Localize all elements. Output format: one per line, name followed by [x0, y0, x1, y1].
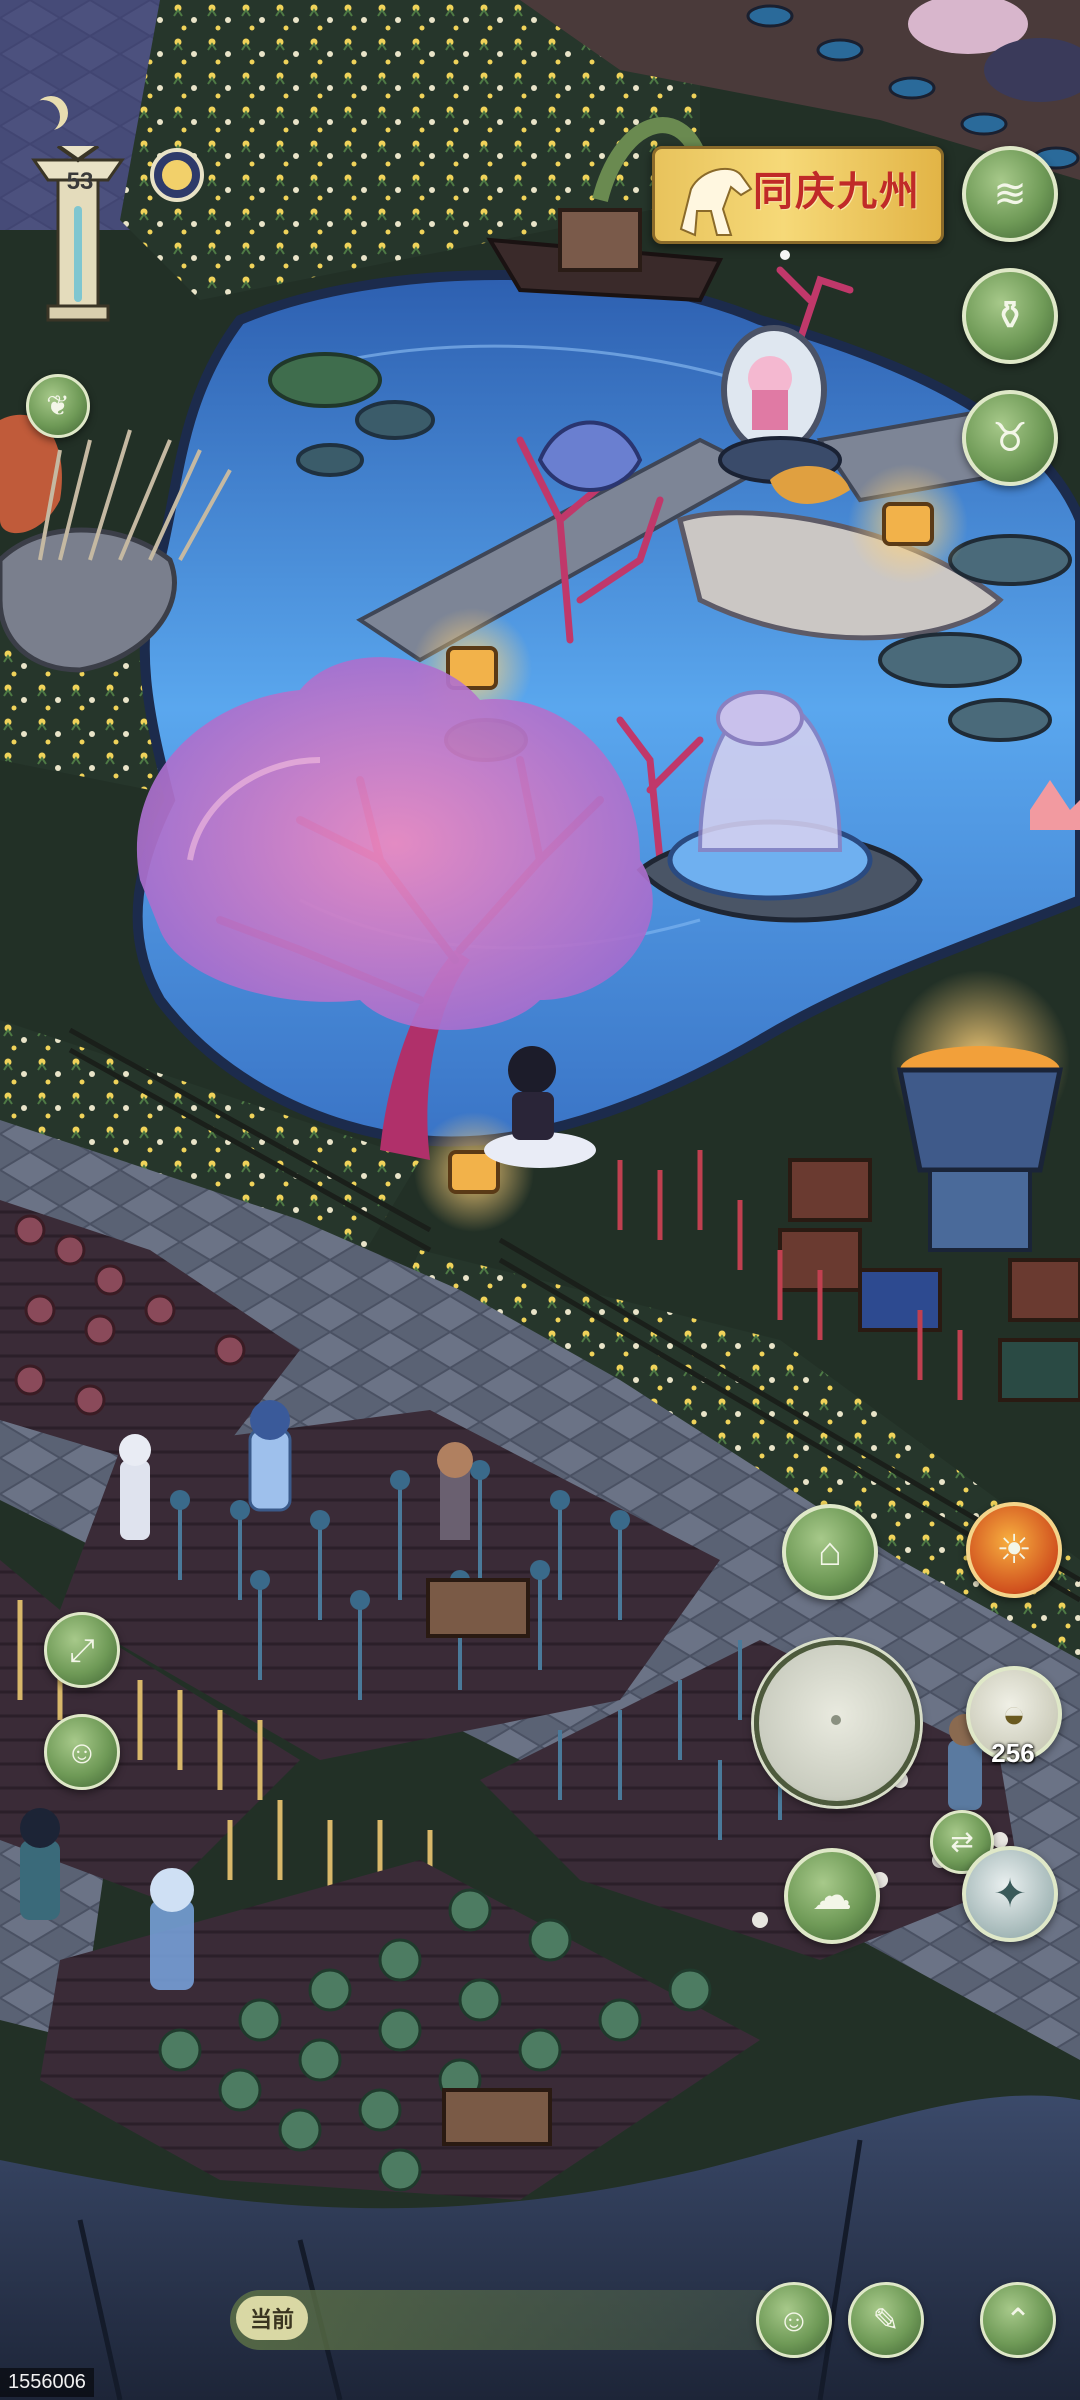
farm-scene	[0, 0, 1080, 2400]
expand-arrows-icon[interactable]: ⤢	[44, 1612, 120, 1688]
crescent-moon-icon	[26, 100, 60, 134]
smile-face-icon[interactable]: ☺	[756, 2282, 832, 2358]
player-uid: 1556006	[0, 2368, 94, 2397]
lion-dance-icon[interactable]: ☀	[966, 1502, 1062, 1598]
wave-icon[interactable]: ≋	[962, 146, 1058, 242]
coin-count: 256	[991, 1738, 1035, 1768]
compass-diamond-icon[interactable]: ✦	[962, 1846, 1058, 1942]
leaf-icon[interactable]: ❦	[26, 374, 90, 438]
festival-banner-text: 同庆九州	[753, 168, 921, 215]
banner-page-indicator	[780, 250, 790, 260]
bottom-status-bar	[230, 2290, 790, 2350]
movement-joystick[interactable]	[754, 1640, 920, 1806]
joystick-center-dot	[831, 1715, 841, 1725]
level-number: 53	[66, 168, 94, 195]
ox-head-icon[interactable]: ♉	[962, 390, 1058, 486]
brush-build-icon[interactable]: ✎	[848, 2282, 924, 2358]
sun-clock-icon[interactable]	[150, 148, 204, 202]
cloud-swirl-icon[interactable]: ☁	[784, 1848, 880, 1944]
jar-icon[interactable]: ⚱	[962, 268, 1058, 364]
character-icon[interactable]: ☺	[44, 1714, 120, 1790]
festival-event-banner[interactable]: 同庆九州	[652, 146, 944, 244]
seed-basket-icon[interactable]: ⌂	[782, 1504, 878, 1600]
current-location-label[interactable]: 当前	[236, 2296, 308, 2340]
game-viewport[interactable]: 53 ❦ 同庆九州 ≋ ⚱ ♉ ⌂ ☀ ⤢ ☺ ◒ 256 ⇄ ☁ ✦ 当前 ☺…	[0, 0, 1080, 2400]
chevron-up-icon[interactable]: ⌃	[980, 2282, 1056, 2358]
